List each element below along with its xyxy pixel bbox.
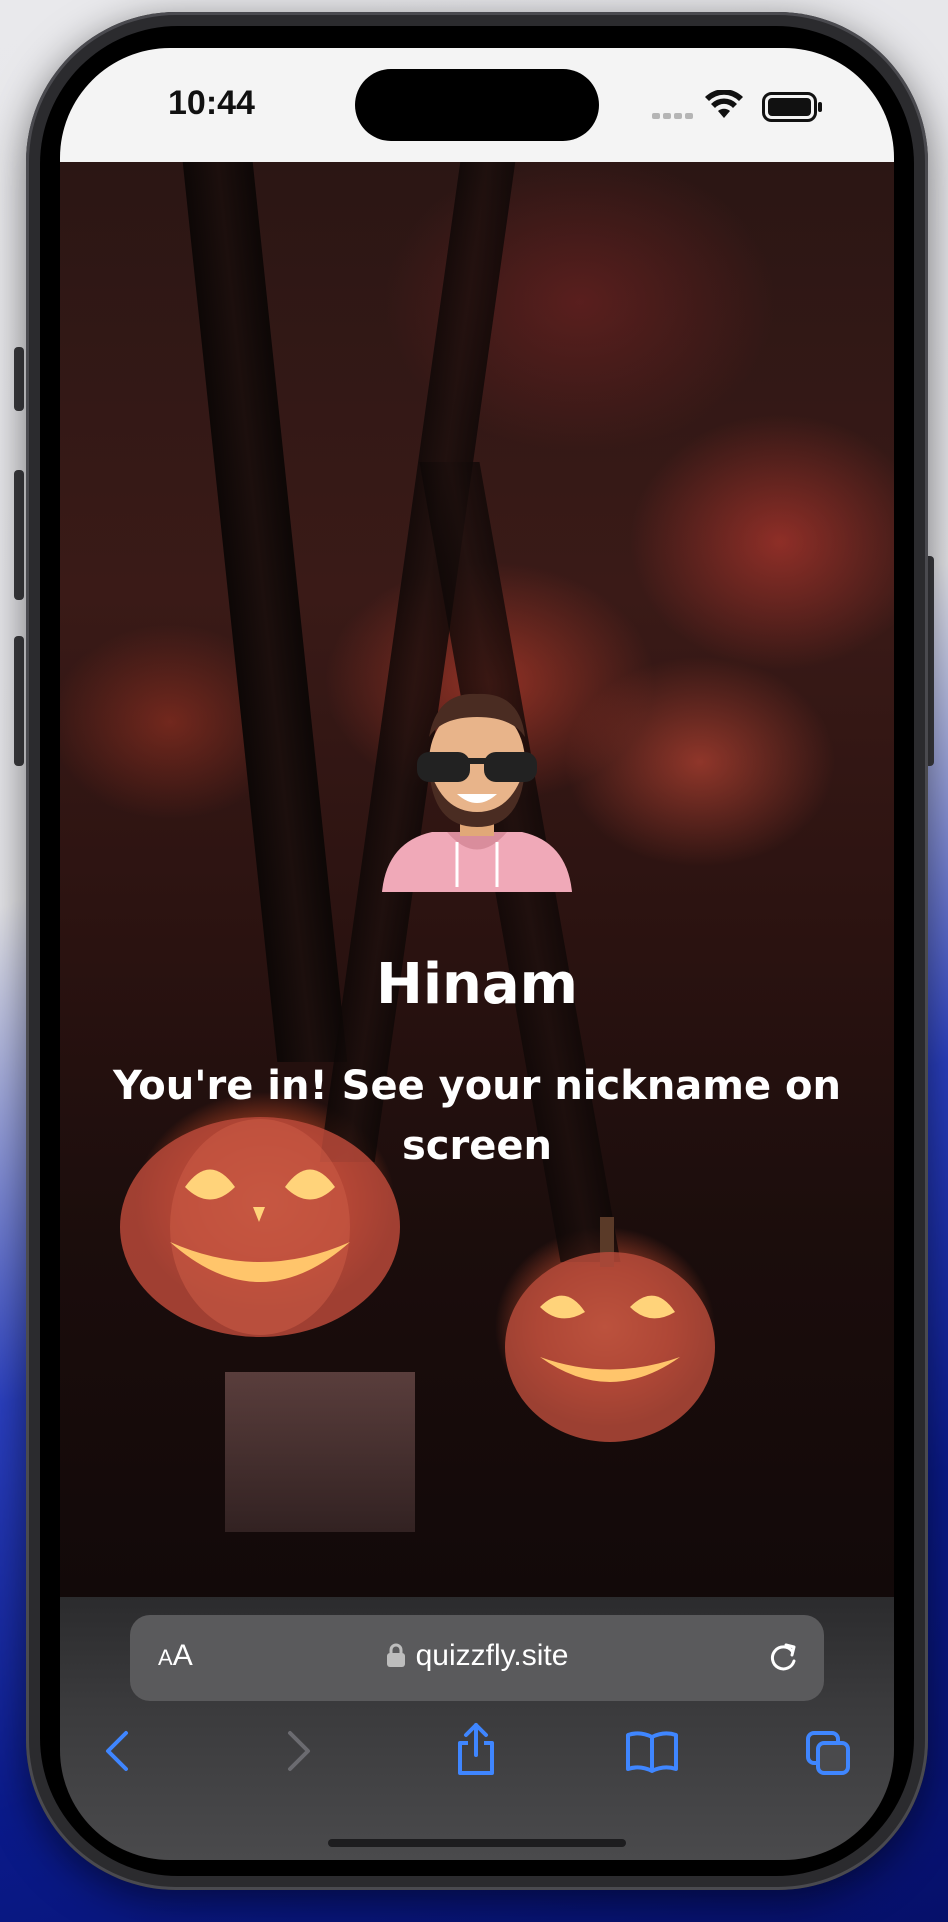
game-lobby-page: Hinam You're in! See your nickname on sc… [60,162,894,1597]
address-bar[interactable]: AA quizzfly.site [130,1615,824,1701]
lock-icon [386,1643,405,1667]
wifi-icon [705,90,743,118]
stone-steps [225,1372,415,1532]
player-nickname: Hinam [375,952,579,1017]
home-indicator[interactable] [328,1839,626,1847]
pumpkin-right-image [505,1217,715,1442]
cellular-signal-icon [652,106,696,124]
book-icon[interactable] [624,1729,680,1773]
action-button [14,347,24,411]
status-bar: 10:44 [60,48,894,162]
chevron-left-icon[interactable] [98,1729,138,1773]
tree-trunk [182,162,348,1062]
url-display[interactable]: quizzfly.site [130,1639,824,1673]
dynamic-island [355,69,599,141]
share-icon[interactable] [452,1721,500,1777]
volume-down-button [14,636,24,766]
battery-icon [762,92,822,122]
phone-screen: 10:44 Hinam You're in! See your nickname… [60,48,894,1860]
chevron-right-icon[interactable] [278,1729,318,1773]
url-text: quizzfly.site [415,1639,569,1672]
reload-icon[interactable] [766,1641,800,1675]
status-time: 10:44 [168,84,255,122]
volume-up-button [14,470,24,600]
tabs-icon[interactable] [804,1729,852,1777]
joined-message: You're in! See your nickname on screen [113,1063,841,1169]
browser-toolbar: AA quizzfly.site [60,1597,894,1860]
player-avatar [382,693,572,892]
